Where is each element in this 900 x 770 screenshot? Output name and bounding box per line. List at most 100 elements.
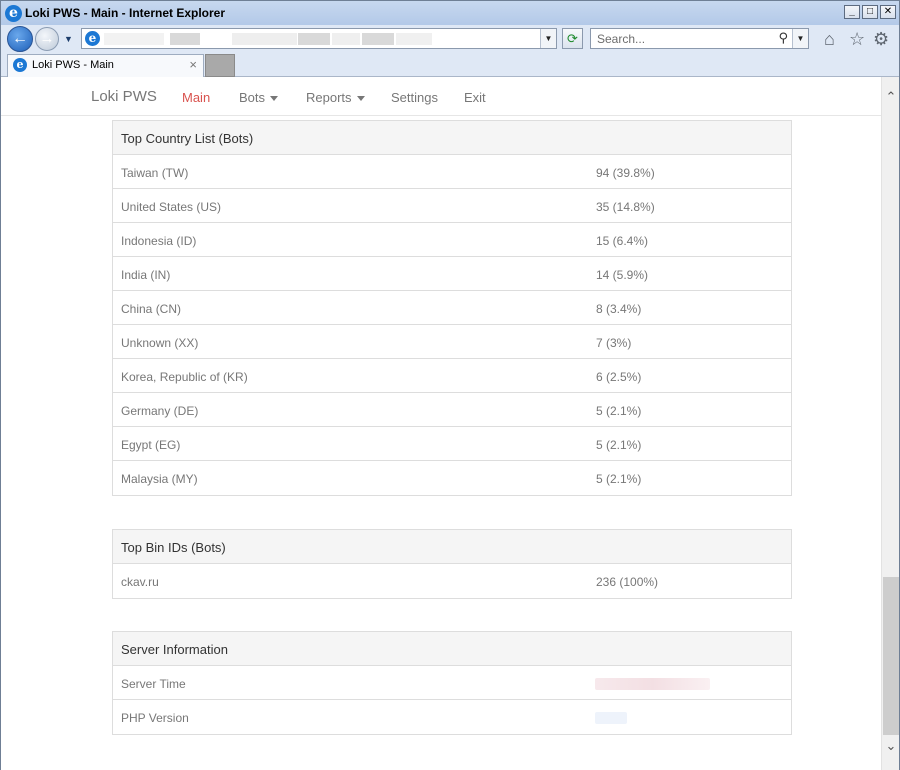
nav-reports[interactable]: Reports <box>306 90 365 105</box>
php-version-label: PHP Version <box>121 711 189 725</box>
history-dropdown-icon[interactable]: ▼ <box>64 34 73 44</box>
country-name: Egypt (EG) <box>121 438 181 452</box>
panel-title: Top Country List (Bots) <box>113 121 791 155</box>
window-controls: _ □ ✕ <box>844 5 896 19</box>
table-row: Malaysia (MY) 5 (2.1%) <box>113 461 791 495</box>
nav-bots[interactable]: Bots <box>239 90 279 105</box>
table-row: Unknown (XX) 7 (3%) <box>113 325 791 359</box>
bin-ids-panel: Top Bin IDs (Bots) ckav.ru 236 (100%) <box>112 529 792 599</box>
title-bar: e Loki PWS - Main - Internet Explorer _ … <box>1 1 899 25</box>
address-toolbar: ← → ▼ e ▼ ⟳ Search... ⚲ ▼ ⌂ ☆ ⚙ <box>1 25 899 53</box>
table-row: PHP Version <box>113 700 791 734</box>
nav-exit-label: Exit <box>464 90 486 105</box>
tab-loki-main[interactable]: e Loki PWS - Main × <box>7 54 204 77</box>
site-navbar: Loki PWS Main Bots Reports Settings Exit <box>1 77 881 116</box>
bot-count: 5 (2.1%) <box>596 438 642 452</box>
caret-down-icon <box>270 96 279 102</box>
tools-gear-icon[interactable]: ⚙ <box>873 29 889 49</box>
search-icon[interactable]: ⚲ <box>778 30 788 46</box>
bot-count: 94 (39.8%) <box>596 166 655 180</box>
address-redacted <box>232 33 297 45</box>
server-time-redacted <box>595 678 710 690</box>
server-info-panel: Server Information Server Time PHP Versi… <box>112 631 792 735</box>
panel-title: Top Bin IDs (Bots) <box>113 530 791 564</box>
nav-reports-label: Reports <box>306 90 352 105</box>
home-icon[interactable]: ⌂ <box>824 29 835 49</box>
nav-settings-label: Settings <box>391 90 438 105</box>
country-panel: Top Country List (Bots) Taiwan (TW) 94 (3… <box>112 120 792 496</box>
server-time-label: Server Time <box>121 677 186 691</box>
php-version-redacted <box>595 712 627 724</box>
minimize-button[interactable]: _ <box>844 5 860 19</box>
table-row: United States (US) 35 (14.8%) <box>113 189 791 223</box>
refresh-icon[interactable]: ⟳ <box>562 28 583 49</box>
page-favicon-icon: e <box>85 31 100 46</box>
tab-favicon-icon: e <box>13 58 27 72</box>
favorites-star-icon[interactable]: ☆ <box>849 29 865 49</box>
panel-title: Server Information <box>113 632 791 666</box>
country-name: Korea, Republic of (KR) <box>121 370 248 384</box>
address-redacted <box>170 33 200 45</box>
table-row: Germany (DE) 5 (2.1%) <box>113 393 791 427</box>
table-row: Egypt (EG) 5 (2.1%) <box>113 427 791 461</box>
table-row: Taiwan (TW) 94 (39.8%) <box>113 155 791 189</box>
bot-count: 7 (3%) <box>596 336 632 350</box>
address-redacted <box>104 33 164 45</box>
country-name: United States (US) <box>121 200 222 214</box>
table-row: ckav.ru 236 (100%) <box>113 564 791 598</box>
back-icon[interactable]: ← <box>7 26 33 52</box>
scrollbar-thumb[interactable] <box>883 577 899 735</box>
nav-settings[interactable]: Settings <box>391 90 438 105</box>
bot-count: 5 (2.1%) <box>596 404 642 418</box>
search-box[interactable]: Search... ⚲ ▼ <box>590 28 809 49</box>
bot-count: 35 (14.8%) <box>596 200 655 214</box>
country-name: Indonesia (ID) <box>121 234 197 248</box>
forward-icon[interactable]: → <box>35 27 59 51</box>
table-row: Korea, Republic of (KR) 6 (2.5%) <box>113 359 791 393</box>
country-name: Unknown (XX) <box>121 336 199 350</box>
scroll-down-icon[interactable]: ⌄ <box>882 738 900 754</box>
search-dropdown-icon[interactable]: ▼ <box>792 29 808 48</box>
address-bar[interactable]: e ▼ <box>81 28 557 49</box>
window-title: Loki PWS - Main - Internet Explorer <box>25 6 226 20</box>
browser-window: e Loki PWS - Main - Internet Explorer _ … <box>0 0 900 770</box>
country-name: Germany (DE) <box>121 404 199 418</box>
page-viewport: Loki PWS Main Bots Reports Settings Exit… <box>1 77 881 770</box>
nav-exit[interactable]: Exit <box>464 90 486 105</box>
country-name: Malaysia (MY) <box>121 472 198 486</box>
bot-count: 6 (2.5%) <box>596 370 642 384</box>
bot-count: 236 (100%) <box>596 575 659 589</box>
address-dropdown-icon[interactable]: ▼ <box>540 29 556 48</box>
bot-count: 5 (2.1%) <box>596 472 642 486</box>
site-brand[interactable]: Loki PWS <box>91 88 157 105</box>
tab-close-icon[interactable]: × <box>189 57 197 72</box>
new-tab-button[interactable] <box>205 54 235 77</box>
address-redacted <box>362 33 394 45</box>
country-name: Taiwan (TW) <box>121 166 189 180</box>
tab-label: Loki PWS - Main <box>32 59 114 71</box>
nav-main[interactable]: Main <box>182 90 210 105</box>
table-row: India (IN) 14 (5.9%) <box>113 257 791 291</box>
bin-id: ckav.ru <box>121 575 159 589</box>
nav-main-label: Main <box>182 90 211 105</box>
table-row: Server Time <box>113 666 791 700</box>
table-row: China (CN) 8 (3.4%) <box>113 291 791 325</box>
close-window-button[interactable]: ✕ <box>880 5 896 19</box>
caret-down-icon <box>356 96 365 102</box>
search-placeholder: Search... <box>597 32 646 46</box>
address-redacted <box>396 33 432 45</box>
country-name: India (IN) <box>121 268 171 282</box>
bot-count: 8 (3.4%) <box>596 302 642 316</box>
address-redacted <box>298 33 330 45</box>
table-row: Indonesia (ID) 15 (6.4%) <box>113 223 791 257</box>
nav-bots-label: Bots <box>239 90 266 105</box>
scroll-up-icon[interactable]: ⌃ <box>882 89 900 105</box>
country-name: China (CN) <box>121 302 182 316</box>
page-scrollbar[interactable]: ⌃ ⌄ <box>881 77 899 770</box>
ie-logo-icon: e <box>5 5 22 22</box>
address-redacted <box>332 33 360 45</box>
maximize-button[interactable]: □ <box>862 5 878 19</box>
bot-count: 14 (5.9%) <box>596 268 649 282</box>
tab-strip: e Loki PWS - Main × <box>1 53 899 77</box>
bot-count: 15 (6.4%) <box>596 234 649 248</box>
